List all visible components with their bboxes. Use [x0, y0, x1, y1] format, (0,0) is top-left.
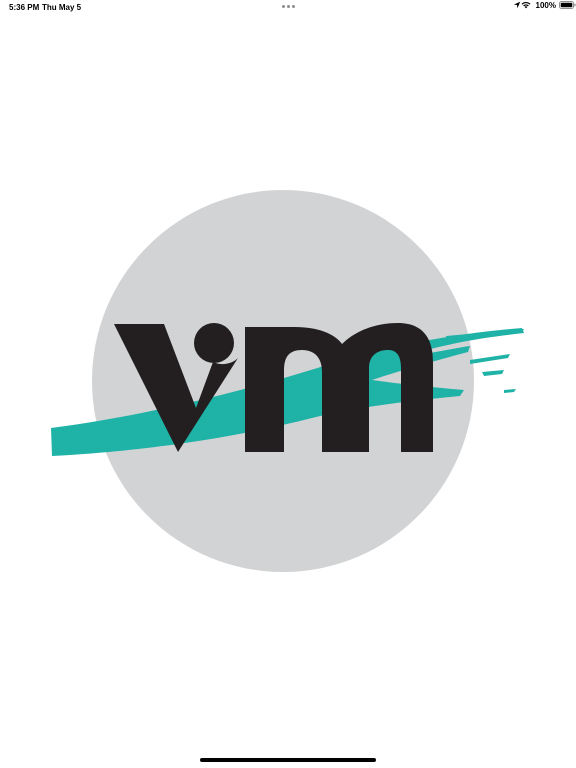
letter-v-dot: [194, 323, 234, 363]
home-indicator[interactable]: [200, 758, 376, 762]
letter-m: [245, 323, 433, 452]
splash-screen: 5:36 PM Thu May 5 100%: [0, 0, 576, 768]
vm-logo: [51, 190, 524, 572]
